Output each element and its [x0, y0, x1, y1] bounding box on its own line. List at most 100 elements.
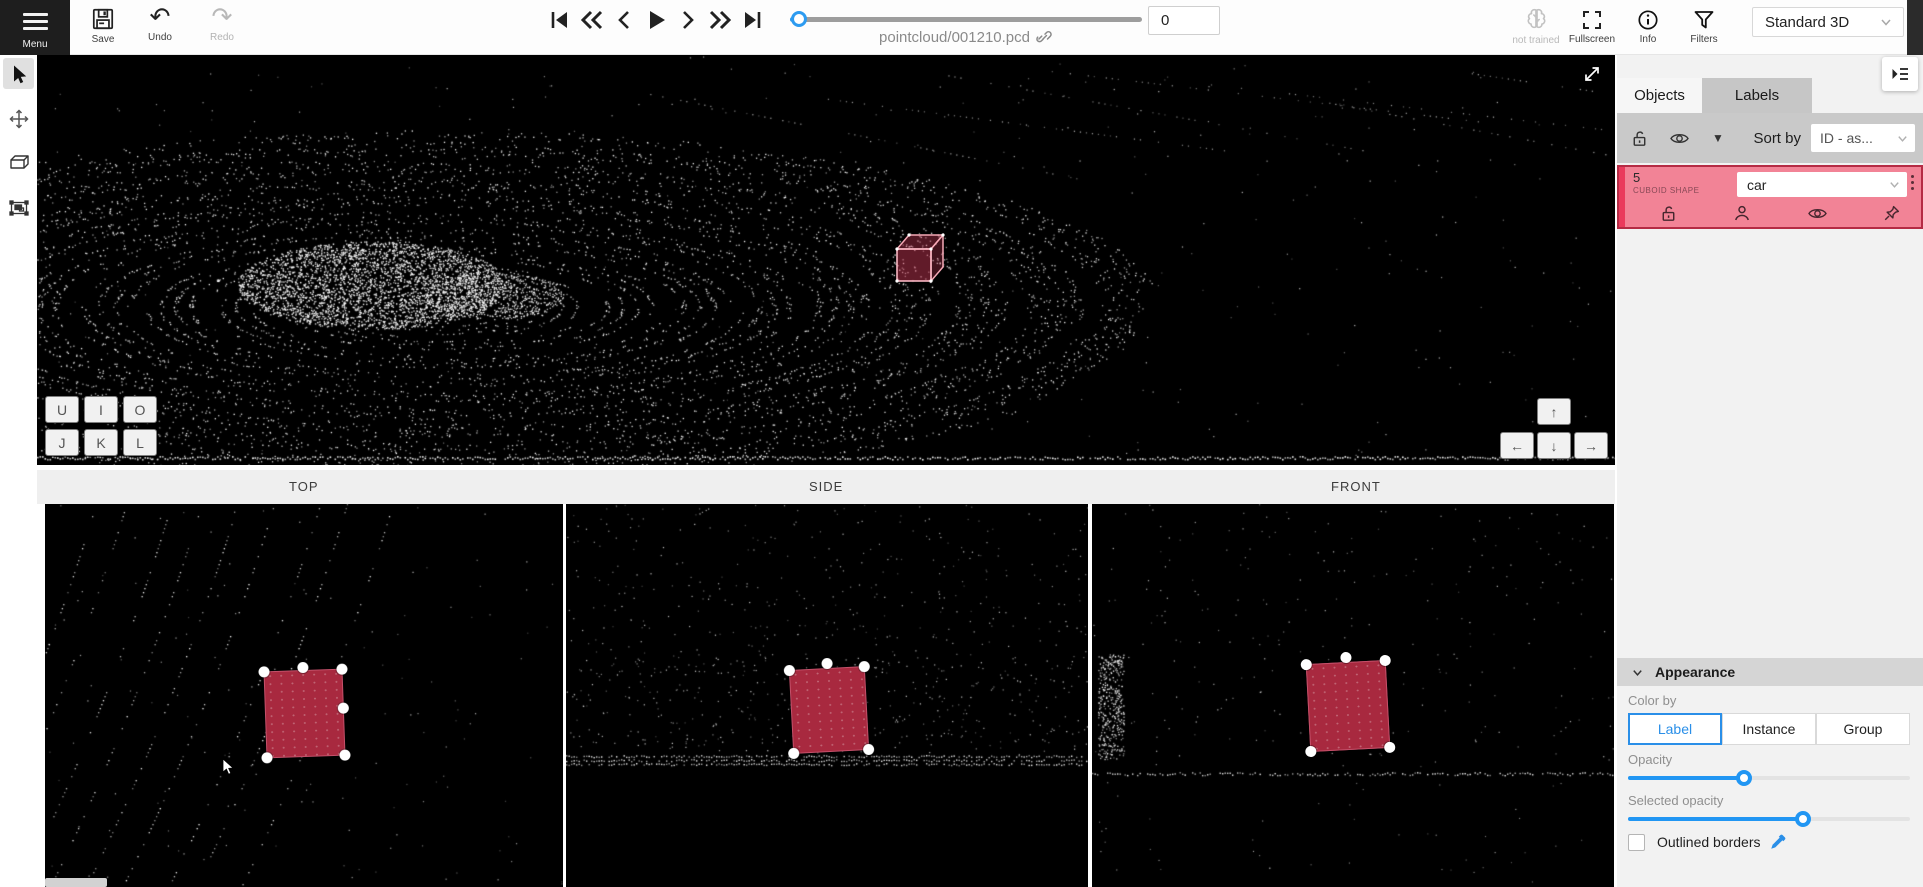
window-scrollbar-strip	[1907, 0, 1923, 55]
fast-forward-button[interactable]	[705, 5, 735, 35]
key-o[interactable]: O	[123, 396, 157, 423]
outlined-borders-checkbox[interactable]	[1628, 834, 1645, 851]
side-view[interactable]	[566, 504, 1088, 887]
selected-opacity-slider-handle[interactable]	[1795, 811, 1811, 827]
object-menu-button[interactable]	[1905, 172, 1919, 193]
cuboid-annotation-3d[interactable]	[885, 223, 951, 289]
assignee-icon[interactable]	[1732, 203, 1752, 223]
key-j[interactable]: J	[45, 429, 79, 456]
object-label-select[interactable]: car	[1737, 172, 1907, 197]
cuboid-annotation-front[interactable]	[1306, 660, 1390, 752]
arrow-right-key[interactable]: →	[1574, 432, 1608, 459]
resize-handle[interactable]	[784, 665, 796, 677]
resize-handle[interactable]	[1300, 659, 1312, 671]
appearance-title: Appearance	[1655, 664, 1735, 680]
selected-opacity-slider-fill	[1628, 817, 1803, 821]
frame-select-icon	[7, 196, 31, 220]
cuboid-annotation-side[interactable]	[789, 666, 869, 754]
selected-opacity-slider[interactable]	[1628, 817, 1910, 821]
object-actions	[1659, 199, 1901, 227]
arrow-down-key[interactable]: ↓	[1537, 432, 1571, 459]
undo-button[interactable]: ↶ Undo	[132, 4, 188, 43]
play-button[interactable]	[641, 5, 671, 35]
pin-object-icon[interactable]	[1882, 204, 1901, 223]
side-view-label: SIDE	[809, 479, 843, 494]
chevron-down-icon	[1888, 178, 1901, 191]
lock-all-icon[interactable]	[1630, 129, 1649, 148]
lock-object-icon[interactable]	[1659, 204, 1678, 223]
skip-first-button[interactable]	[545, 5, 575, 35]
selected-opacity-label: Selected opacity	[1628, 793, 1723, 808]
color-by-label: Color by	[1628, 693, 1676, 708]
ortho-label-band: TOP SIDE FRONT	[37, 470, 1615, 504]
eyedropper-icon[interactable]	[1769, 833, 1787, 851]
object-label-value: car	[1747, 177, 1766, 193]
front-view[interactable]	[1092, 504, 1614, 887]
chevron-down-icon	[1631, 666, 1644, 679]
save-button[interactable]: Save	[75, 6, 131, 45]
rotate-handle[interactable]	[1340, 652, 1352, 664]
appearance-section-header[interactable]: Appearance	[1617, 658, 1923, 686]
redo-button[interactable]: ↷ Redo	[194, 4, 250, 43]
outlined-borders-row: Outlined borders	[1628, 833, 1787, 851]
expand-view-button[interactable]	[1581, 63, 1603, 85]
visibility-all-icon[interactable]	[1669, 128, 1690, 149]
key-u[interactable]: U	[45, 396, 79, 423]
arrow-left-key[interactable]: ←	[1500, 432, 1534, 459]
color-by-option-instance[interactable]: Instance	[1722, 713, 1816, 745]
info-icon	[1636, 8, 1660, 32]
move-icon	[8, 108, 30, 130]
object-list-item-selected[interactable]: 5 CUBOID SHAPE car	[1617, 165, 1923, 229]
prev-frame-button[interactable]	[609, 5, 639, 35]
link-icon[interactable]	[1030, 29, 1053, 47]
collapse-panel-button[interactable]	[1882, 57, 1918, 91]
view-mode-select[interactable]: Standard 3D	[1752, 7, 1904, 37]
opacity-slider[interactable]	[1628, 776, 1910, 780]
rotate-handle[interactable]	[821, 658, 833, 670]
select-tool-button[interactable]	[3, 58, 34, 89]
frame-number-input[interactable]	[1148, 6, 1220, 35]
visibility-object-icon[interactable]	[1807, 203, 1828, 224]
selection-strip	[1619, 167, 1625, 227]
top-toolbar: Menu Save ↶ Undo ↷ Redo	[0, 0, 1923, 55]
fast-rewind-button[interactable]	[577, 5, 607, 35]
expand-all-icon[interactable]: ▼	[1712, 131, 1724, 145]
timeline-slider-handle[interactable]	[791, 11, 807, 27]
rotate-handle[interactable]	[297, 662, 308, 673]
fullscreen-button[interactable]: Fullscreen	[1564, 4, 1620, 46]
next-frame-button[interactable]	[673, 5, 703, 35]
resize-handle[interactable]	[258, 666, 269, 677]
sort-select[interactable]: ID - as...	[1811, 124, 1915, 152]
pointcloud-canvas	[37, 55, 1615, 465]
color-by-option-group[interactable]: Group	[1816, 713, 1910, 745]
skip-last-button[interactable]	[737, 5, 767, 35]
key-k[interactable]: K	[84, 429, 118, 456]
pan-tool-button[interactable]	[3, 103, 34, 134]
outlined-borders-label: Outlined borders	[1657, 834, 1761, 850]
cuboid-tool-button[interactable]	[3, 147, 34, 178]
key-i[interactable]: I	[84, 396, 118, 423]
main-3d-viewport[interactable]: U I O J K L ↑ ← ↓ →	[37, 55, 1615, 465]
key-l[interactable]: L	[123, 429, 157, 456]
opacity-label: Opacity	[1628, 752, 1672, 767]
cuboid-annotation-top[interactable]	[264, 669, 346, 759]
menu-button[interactable]: Menu	[0, 0, 70, 55]
timeline-slider-track[interactable]	[790, 17, 1142, 22]
tab-objects[interactable]: Objects	[1617, 78, 1702, 113]
front-view-label: FRONT	[1331, 479, 1381, 494]
filters-button[interactable]: Filters	[1676, 4, 1732, 46]
tab-labels[interactable]: Labels	[1702, 78, 1812, 113]
ml-model-button[interactable]: not trained	[1508, 4, 1564, 46]
color-by-option-label[interactable]: Label	[1628, 713, 1722, 745]
info-button[interactable]: Info	[1620, 4, 1676, 46]
arrow-up-key[interactable]: ↑	[1537, 398, 1571, 425]
toolbar-right-tools: not trained Fullscreen Info	[1508, 4, 1732, 46]
chevron-down-icon	[1896, 132, 1909, 145]
horizontal-scrollbar[interactable]	[45, 878, 107, 887]
top-view[interactable]	[45, 504, 563, 887]
image-overlay-tool-button[interactable]	[3, 192, 34, 223]
opacity-slider-handle[interactable]	[1736, 770, 1752, 786]
undo-icon: ↶	[150, 4, 171, 30]
expand-icon	[1581, 63, 1603, 85]
playback-controls	[545, 5, 767, 35]
